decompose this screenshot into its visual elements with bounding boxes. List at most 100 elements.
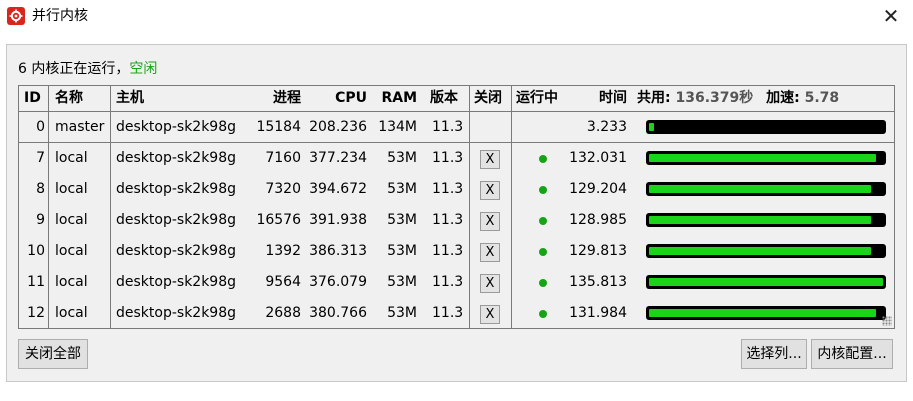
cell-ram: 53M xyxy=(387,243,417,259)
cell-version: 11.3 xyxy=(432,243,464,259)
cell-host: desktop-sk2k98g xyxy=(116,119,237,135)
cell-cpu: 376.079 xyxy=(309,274,367,290)
time-progress-bar xyxy=(646,306,886,320)
window-close-button[interactable]: ✕ xyxy=(879,4,903,28)
cell-ram: 53M xyxy=(387,212,417,228)
cell-cpu: 391.938 xyxy=(309,212,367,228)
table-row[interactable]: 8 local desktop-sk2k98g 7320 394.672 53M 11.3 1… xyxy=(19,174,894,205)
col-header-version[interactable]: 版本 xyxy=(430,86,458,111)
cell-time: 135.813 xyxy=(569,274,627,290)
cell-id: 0 xyxy=(36,119,45,135)
col-header-cpu[interactable]: CPU xyxy=(313,86,367,111)
table-row[interactable]: 0 master desktop-sk2k98g 15184 208.236 134M 11… xyxy=(19,112,894,143)
kernel-config-button[interactable]: 内核配置... xyxy=(811,339,893,369)
time-progress-fill xyxy=(649,154,876,162)
col-header-id[interactable]: ID xyxy=(24,86,41,111)
close-icon: ✕ xyxy=(882,4,900,28)
close-kernel-button[interactable]: X xyxy=(480,305,500,324)
table-row[interactable]: 9 local desktop-sk2k98g 16576 391.938 53M 11.3… xyxy=(19,205,894,236)
speedup-value: 5.78 xyxy=(804,90,840,106)
status-line: 6 内核正在运行，空闲 xyxy=(18,59,157,79)
cell-ram: 53M xyxy=(387,274,417,290)
total-summary: 共用: 136.379秒 加速: 5.78 xyxy=(637,86,839,111)
close-kernel-button[interactable]: X xyxy=(480,243,500,262)
kernels-table: ID 名称 主机 进程 CPU RAM 版本 关闭 运行中 时间 共用: 136… xyxy=(18,85,895,329)
cell-name: local xyxy=(55,274,88,290)
table-row[interactable]: 11 local desktop-sk2k98g 9564 376.079 53M 11.3… xyxy=(19,267,894,298)
col-header-time[interactable]: 时间 xyxy=(585,86,627,111)
col-header-ram[interactable]: RAM xyxy=(373,86,417,111)
time-progress-fill xyxy=(649,123,654,131)
cell-time: 129.204 xyxy=(569,181,627,197)
close-kernel-button[interactable]: X xyxy=(480,274,500,293)
col-header-close[interactable]: 关闭 xyxy=(474,86,502,111)
close-all-button[interactable]: 关闭全部 xyxy=(18,339,88,369)
cell-time: 131.984 xyxy=(569,305,627,321)
cell-process: 9564 xyxy=(265,274,301,290)
time-progress-fill xyxy=(649,309,876,317)
cell-name: master xyxy=(55,119,105,135)
col-header-running[interactable]: 运行中 xyxy=(516,86,558,111)
table-row[interactable]: 7 local desktop-sk2k98g 7160 377.234 53M 11.3 1… xyxy=(19,143,894,174)
cell-id: 10 xyxy=(27,243,45,259)
cell-cpu: 377.234 xyxy=(309,150,367,166)
running-indicator-icon xyxy=(539,248,547,256)
cell-name: local xyxy=(55,181,88,197)
cell-id: 11 xyxy=(27,274,45,290)
resize-grip[interactable] xyxy=(882,316,892,326)
cell-host: desktop-sk2k98g xyxy=(116,212,237,228)
col-header-name[interactable]: 名称 xyxy=(55,86,83,111)
cell-host: desktop-sk2k98g xyxy=(116,274,237,290)
close-kernel-button[interactable]: X xyxy=(480,181,500,200)
cell-time: 129.813 xyxy=(569,243,627,259)
cell-version: 11.3 xyxy=(432,150,464,166)
cell-cpu: 380.766 xyxy=(309,305,367,321)
cell-host: desktop-sk2k98g xyxy=(116,243,237,259)
cell-name: local xyxy=(55,305,88,321)
col-header-process[interactable]: 进程 xyxy=(253,86,301,111)
title-bar: 并行内核 ✕ xyxy=(0,0,913,34)
select-columns-button[interactable]: 选择列... xyxy=(741,339,807,369)
table-row[interactable]: 12 local desktop-sk2k98g 2688 380.766 53M 11.3… xyxy=(19,298,894,329)
cell-id: 9 xyxy=(36,212,45,228)
running-indicator-icon xyxy=(539,310,547,318)
cell-ram: 53M xyxy=(387,181,417,197)
time-progress-bar xyxy=(646,182,886,196)
time-progress-bar xyxy=(646,120,886,134)
time-progress-fill xyxy=(649,216,872,224)
time-progress-bar xyxy=(646,213,886,227)
cell-ram: 53M xyxy=(387,150,417,166)
cell-process: 2688 xyxy=(265,305,301,321)
cell-cpu: 386.313 xyxy=(309,243,367,259)
kernels-panel: 6 内核正在运行，空闲 ID 名称 主机 进程 CPU RAM 版本 关闭 运行… xyxy=(6,44,907,382)
cell-version: 11.3 xyxy=(432,212,464,228)
cell-id: 12 xyxy=(27,305,45,321)
cell-ram: 53M xyxy=(387,305,417,321)
running-indicator-icon xyxy=(539,186,547,194)
col-header-host[interactable]: 主机 xyxy=(116,86,144,111)
total-value: 136.379秒 xyxy=(675,90,754,106)
cell-time: 3.233 xyxy=(586,119,627,135)
status-text: 6 内核正在运行， xyxy=(18,61,130,77)
table-row[interactable]: 10 local desktop-sk2k98g 1392 386.313 53M 11.3… xyxy=(19,236,894,267)
running-indicator-icon xyxy=(539,155,547,163)
running-indicator-icon xyxy=(539,217,547,225)
cell-time: 132.031 xyxy=(569,150,627,166)
close-kernel-button[interactable]: X xyxy=(480,150,500,169)
close-kernel-button[interactable]: X xyxy=(480,212,500,231)
gear-icon xyxy=(9,9,23,23)
cell-process: 16576 xyxy=(256,212,301,228)
cell-name: local xyxy=(55,212,88,228)
time-progress-fill xyxy=(649,278,883,286)
cell-version: 11.3 xyxy=(432,305,464,321)
cell-process: 7320 xyxy=(265,181,301,197)
cell-host: desktop-sk2k98g xyxy=(116,150,237,166)
status-state: 空闲 xyxy=(129,61,158,77)
table-header: ID 名称 主机 进程 CPU RAM 版本 关闭 运行中 时间 共用: 136… xyxy=(19,86,894,112)
time-progress-bar xyxy=(646,275,886,289)
speedup-label: 加速: xyxy=(766,90,800,106)
cell-version: 11.3 xyxy=(432,119,464,135)
cell-cpu: 394.672 xyxy=(309,181,367,197)
cell-id: 8 xyxy=(36,181,45,197)
cell-version: 11.3 xyxy=(432,181,464,197)
